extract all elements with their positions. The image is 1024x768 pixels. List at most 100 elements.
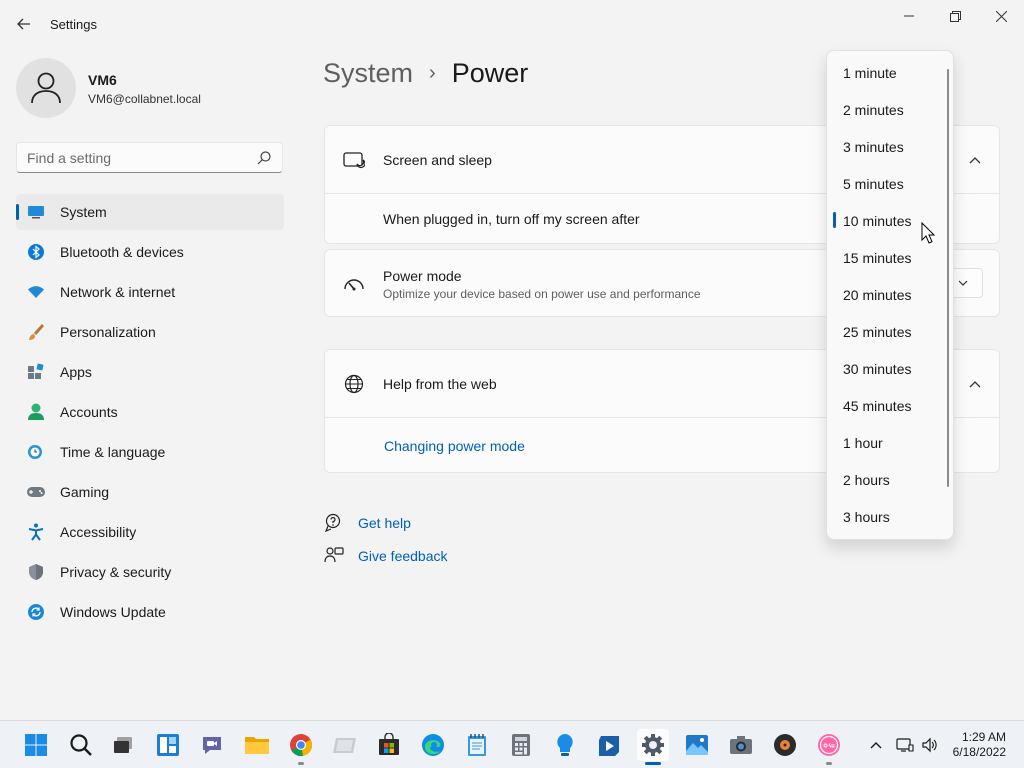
photos-icon (686, 735, 708, 755)
media-player-button[interactable] (593, 729, 625, 761)
user-name: VM6 (88, 72, 117, 88)
store-button[interactable] (373, 729, 405, 761)
get-help-label: Get help (358, 514, 411, 531)
close-button[interactable] (978, 0, 1024, 32)
chevron-up-icon[interactable] (969, 153, 981, 167)
dropdown-option[interactable]: 2 hours (831, 463, 943, 496)
start-button[interactable] (20, 729, 52, 761)
sidebar-item-accessibility[interactable]: Accessibility (16, 514, 284, 550)
page-title: Power (451, 58, 529, 88)
sidebar-item-accounts[interactable]: Accounts (16, 394, 284, 430)
calculator-button[interactable] (505, 729, 537, 761)
gauge-icon (343, 273, 365, 295)
breadcrumb-parent[interactable]: System (323, 58, 413, 89)
clock-date: 6/18/2022 (952, 745, 1006, 759)
dropdown-option[interactable]: 3 hours (831, 500, 943, 533)
dropdown-option[interactable]: 15 minutes (831, 241, 943, 274)
help-links: Get help Give feedback (324, 506, 448, 572)
sidebar-item-system[interactable]: System (16, 194, 284, 230)
sidebar-item-label: Network & internet (60, 284, 176, 300)
photos-app-icon (333, 738, 356, 753)
help-web-title: Help from the web (383, 375, 497, 392)
chrome-button[interactable] (285, 729, 317, 765)
tips-button[interactable] (549, 729, 581, 761)
sidebar-item-label: Accounts (60, 404, 118, 420)
get-help-link[interactable]: Get help (324, 506, 448, 539)
sidebar-item-label: Privacy & security (60, 564, 172, 580)
volume-icon[interactable] (918, 737, 942, 753)
task-view-button[interactable] (107, 729, 139, 761)
back-button[interactable] (12, 12, 36, 36)
dropdown-option[interactable]: 2 minutes (831, 93, 943, 126)
sidebar-item-time-language[interactable]: Time & language (16, 434, 284, 470)
calculator-icon (512, 734, 530, 756)
screen-timeout-dropdown-list[interactable]: 1 minute 2 minutes 3 minutes 5 minutes 1… (826, 50, 954, 540)
dropdown-option[interactable]: 45 minutes (831, 389, 943, 422)
edge-button[interactable] (417, 729, 449, 761)
sidebar-item-label: Gaming (60, 484, 110, 500)
sidebar-item-label: Apps (60, 364, 92, 380)
give-feedback-link[interactable]: Give feedback (324, 539, 448, 572)
running-indicator (826, 762, 832, 765)
dropdown-scrollbar[interactable] (947, 69, 949, 487)
dropdown-option[interactable]: 1 hour (831, 426, 943, 459)
dropdown-option[interactable]: 25 minutes (831, 315, 943, 348)
taskbar-search-button[interactable] (65, 729, 97, 761)
show-hidden-icons-button[interactable] (866, 741, 886, 749)
feedback-icon (324, 546, 344, 566)
notepad-icon (468, 734, 486, 756)
brush-icon (26, 322, 46, 342)
search-input[interactable] (17, 143, 252, 172)
settings-icon (642, 734, 664, 756)
dropdown-option[interactable]: 3 minutes (831, 130, 943, 163)
sidebar-item-label: Windows Update (60, 604, 166, 620)
gaming-icon (26, 482, 46, 502)
dropdown-option[interactable]: 30 minutes (831, 352, 943, 385)
breadcrumb: System › Power (323, 58, 528, 89)
user-profile[interactable]: VM6 VM6@collabnet.local (16, 58, 286, 118)
back-arrow-icon (17, 18, 30, 30)
settings-taskbar-button[interactable] (637, 729, 669, 765)
teams-chat-button[interactable] (196, 729, 228, 761)
osu-button[interactable] (813, 729, 845, 765)
sidebar-item-windows-update[interactable]: Windows Update (16, 594, 284, 630)
search-icon[interactable] (256, 150, 272, 166)
sidebar-item-network[interactable]: Network & internet (16, 274, 284, 310)
chevron-up-icon[interactable] (969, 377, 981, 391)
sidebar-item-privacy-security[interactable]: Privacy & security (16, 554, 284, 590)
photos-app-button[interactable] (329, 729, 361, 761)
maximize-button[interactable] (932, 0, 978, 32)
sidebar-item-apps[interactable]: Apps (16, 354, 284, 390)
changing-power-mode-link[interactable]: Changing power mode (384, 438, 525, 454)
dropdown-option[interactable]: 1 minute (831, 56, 943, 89)
start-icon (25, 734, 47, 756)
minimize-button[interactable] (886, 0, 932, 32)
chevron-up-icon (870, 742, 882, 749)
camera-button[interactable] (725, 729, 757, 761)
groove-music-icon (774, 734, 796, 756)
sidebar-item-bluetooth[interactable]: Bluetooth & devices (16, 234, 284, 270)
osu-icon (818, 734, 840, 756)
dropdown-option[interactable]: 5 minutes (831, 167, 943, 200)
taskbar: 1:29 AM 6/18/2022 (0, 720, 1024, 768)
sidebar-item-gaming[interactable]: Gaming (16, 474, 284, 510)
dropdown-option[interactable]: 20 minutes (831, 278, 943, 311)
file-explorer-icon (245, 737, 269, 754)
file-explorer-button[interactable] (241, 729, 273, 761)
sidebar-item-personalization[interactable]: Personalization (16, 314, 284, 350)
search-icon (70, 734, 92, 756)
title-bar: Settings (0, 0, 1024, 48)
search-box[interactable] (16, 142, 283, 173)
clock[interactable]: 1:29 AM 6/18/2022 (953, 730, 1006, 760)
groove-music-button[interactable] (769, 729, 801, 761)
close-icon (995, 10, 1007, 22)
widgets-button[interactable] (152, 729, 184, 761)
notepad-button[interactable] (461, 729, 493, 761)
power-mode-title: Power mode (383, 268, 462, 284)
shield-icon (26, 562, 46, 582)
sidebar-item-label: Time & language (60, 444, 166, 460)
network-tray-icon[interactable] (892, 737, 918, 753)
photos-button[interactable] (681, 729, 713, 761)
avatar (16, 58, 76, 118)
camera-icon (730, 736, 752, 754)
